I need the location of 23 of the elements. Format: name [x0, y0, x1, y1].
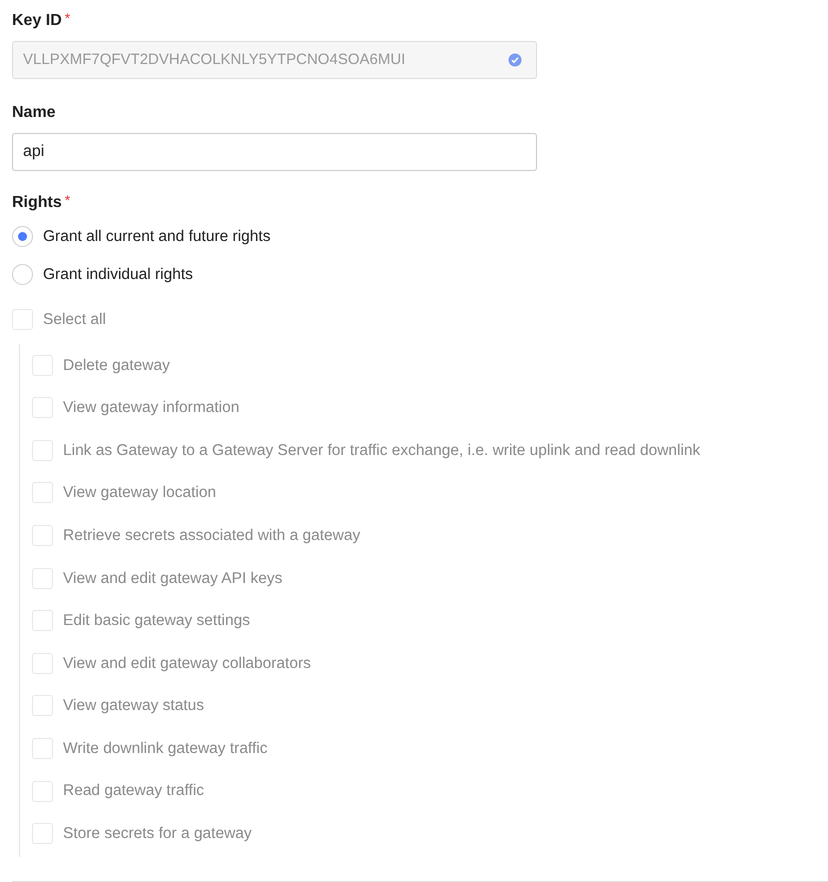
checkbox-label: Write downlink gateway traffic [63, 738, 268, 759]
radio-button[interactable] [12, 264, 33, 285]
checkbox-label: Delete gateway [63, 356, 170, 376]
name-field[interactable]: api [12, 133, 537, 172]
checkbox-label: View and edit gateway API keys [63, 568, 282, 589]
radio-button[interactable] [12, 226, 33, 247]
required-mark: * [64, 193, 70, 208]
checkbox-label: View gateway information [63, 398, 240, 418]
checkbox-label: View and edit gateway collaborators [63, 654, 311, 674]
checkbox-label: Store secrets for a gateway [63, 824, 252, 844]
checkbox-label: Link as Gateway to a Gateway Server for traffic exchange, i.e. write uplink and read downlink [63, 440, 700, 461]
required-mark: * [64, 11, 70, 25]
checkbox-label: View gateway status [63, 696, 204, 716]
checkbox-label: View gateway location [63, 483, 216, 504]
field-label: Key ID [12, 11, 62, 31]
radio-label: Grant individual rights [43, 264, 193, 285]
checkbox-label: Read gateway traffic [63, 781, 204, 802]
field-label: Rights [12, 193, 62, 214]
checkbox-label: Retrieve secrets associated with a gateway [63, 526, 360, 546]
field-label: Name [12, 103, 56, 124]
checkbox-label: Select all [43, 310, 106, 330]
checkbox-label: Edit basic gateway settings [63, 611, 250, 632]
radio-label: Grant all current and future rights [43, 226, 270, 247]
